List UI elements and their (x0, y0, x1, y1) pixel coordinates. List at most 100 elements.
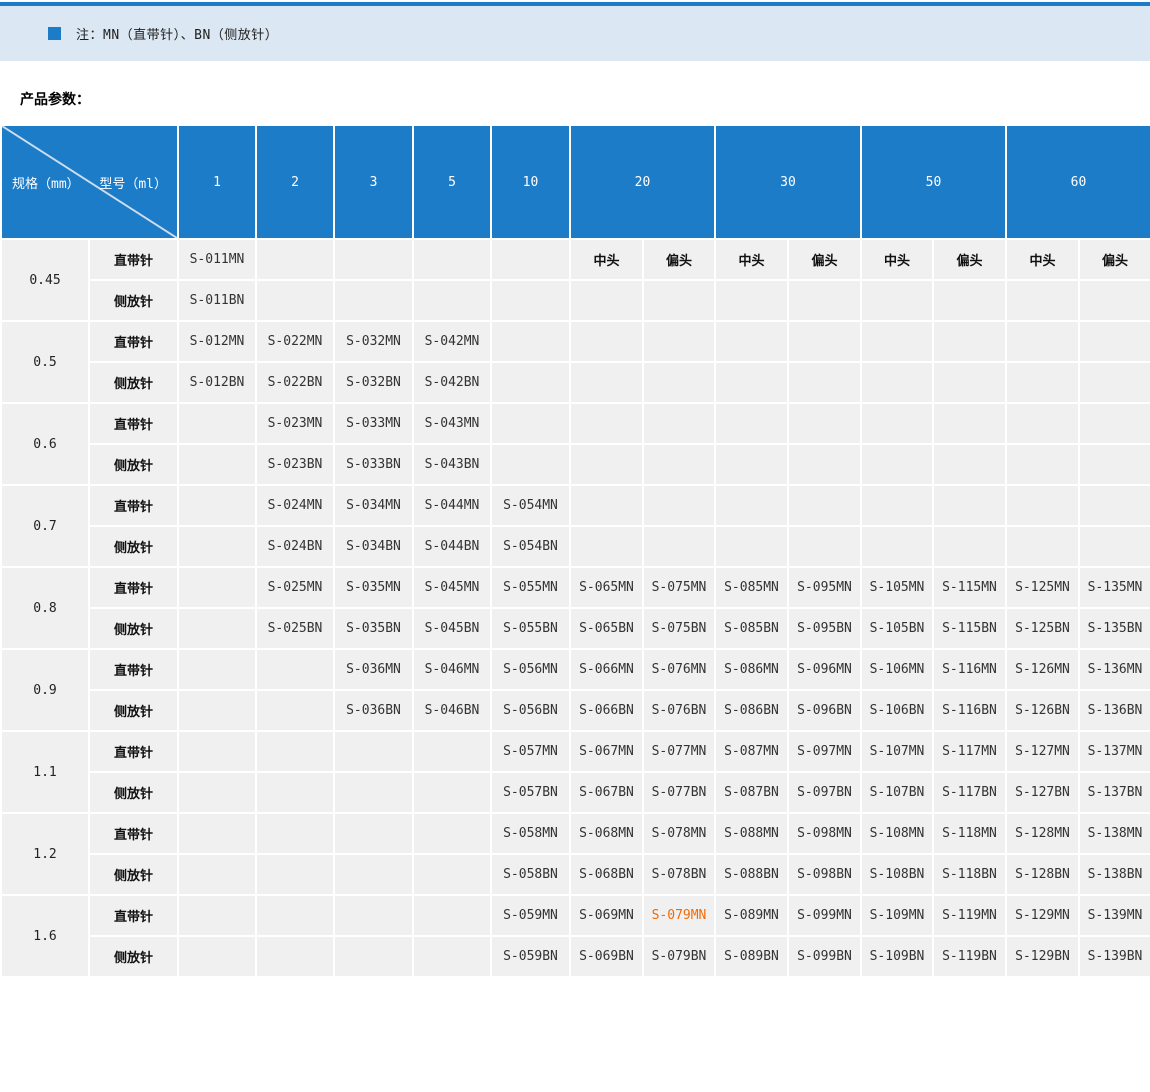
empty-cell (491, 321, 570, 362)
empty-cell (178, 772, 256, 813)
empty-cell (178, 567, 256, 608)
empty-cell (643, 280, 715, 321)
table-row: 侧放针S-024BNS-034BNS-044BNS-054BN (1, 526, 1150, 567)
spec-cell: 0.6 (1, 403, 89, 485)
empty-cell (334, 772, 413, 813)
model-cell: S-118BN (933, 854, 1006, 895)
type-cell-side-needle: 侧放针 (89, 690, 178, 731)
empty-cell (715, 321, 788, 362)
model-cell: S-139BN (1079, 936, 1150, 977)
model-cell: S-139MN (1079, 895, 1150, 936)
header-col-30: 30 (715, 125, 861, 239)
empty-cell (413, 895, 491, 936)
empty-cell (933, 280, 1006, 321)
model-cell: S-106MN (861, 649, 933, 690)
type-cell-straight-needle: 直带针 (89, 895, 178, 936)
model-cell: S-077MN (643, 731, 715, 772)
spec-cell: 1.2 (1, 813, 89, 895)
model-cell: S-135BN (1079, 608, 1150, 649)
empty-cell (788, 362, 861, 403)
model-cell: S-085BN (715, 608, 788, 649)
model-cell: S-042BN (413, 362, 491, 403)
model-cell: S-105MN (861, 567, 933, 608)
model-cell: S-099BN (788, 936, 861, 977)
model-cell: S-056BN (491, 690, 570, 731)
spec-cell: 0.8 (1, 567, 89, 649)
empty-cell (178, 854, 256, 895)
model-cell: S-129MN (1006, 895, 1079, 936)
table-row: 侧放针S-057BNS-067BNS-077BNS-087BNS-097BNS-… (1, 772, 1150, 813)
model-cell: S-057BN (491, 772, 570, 813)
model-cell: S-044BN (413, 526, 491, 567)
table-row: 侧放针S-059BNS-069BNS-079BNS-089BNS-099BNS-… (1, 936, 1150, 977)
empty-cell (491, 444, 570, 485)
spec-cell: 0.9 (1, 649, 89, 731)
empty-cell (933, 321, 1006, 362)
empty-cell (178, 444, 256, 485)
empty-cell (256, 854, 334, 895)
empty-cell (256, 772, 334, 813)
empty-cell (715, 280, 788, 321)
model-cell: S-025BN (256, 608, 334, 649)
type-cell-straight-needle: 直带针 (89, 485, 178, 526)
model-cell: S-108MN (861, 813, 933, 854)
section-title: 产品参数： (0, 61, 1150, 108)
model-cell: S-128BN (1006, 854, 1079, 895)
model-cell: S-095MN (788, 567, 861, 608)
model-cell: S-106BN (861, 690, 933, 731)
empty-cell (715, 444, 788, 485)
empty-cell (715, 362, 788, 403)
empty-cell (715, 403, 788, 444)
type-cell-side-needle: 侧放针 (89, 280, 178, 321)
model-cell: S-059MN (491, 895, 570, 936)
type-cell-side-needle: 侧放针 (89, 526, 178, 567)
model-cell: S-126BN (1006, 690, 1079, 731)
model-cell: S-127MN (1006, 731, 1079, 772)
table-row: 0.7直带针S-024MNS-034MNS-044MNS-054MN (1, 485, 1150, 526)
empty-cell (643, 485, 715, 526)
empty-cell (1006, 280, 1079, 321)
model-cell: S-088MN (715, 813, 788, 854)
empty-cell (643, 444, 715, 485)
empty-cell (933, 362, 1006, 403)
type-cell-straight-needle: 直带针 (89, 403, 178, 444)
model-cell: S-032BN (334, 362, 413, 403)
model-cell: S-085MN (715, 567, 788, 608)
table-row: 侧放针S-023BNS-033BNS-043BN (1, 444, 1150, 485)
empty-cell (788, 280, 861, 321)
empty-cell (861, 444, 933, 485)
table-header-row: 规格（mm） 型号（ml） 12351020305060 (1, 125, 1150, 239)
model-cell: S-036BN (334, 690, 413, 731)
subheader-cell: 偏头 (1079, 239, 1150, 280)
note-bullet-icon (48, 27, 61, 40)
corner-label-model: 型号（ml） (99, 173, 167, 192)
empty-cell (861, 403, 933, 444)
table-row: 侧放针S-025BNS-035BNS-045BNS-055BNS-065BNS-… (1, 608, 1150, 649)
empty-cell (334, 895, 413, 936)
table-row: 1.2直带针S-058MNS-068MNS-078MNS-088MNS-098M… (1, 813, 1150, 854)
empty-cell (491, 239, 570, 280)
empty-cell (334, 813, 413, 854)
model-cell: S-098BN (788, 854, 861, 895)
empty-cell (1079, 362, 1150, 403)
note-text: 注：MN（直带针）、BN（侧放针） (76, 24, 278, 43)
empty-cell (413, 280, 491, 321)
type-cell-side-needle: 侧放针 (89, 444, 178, 485)
model-cell: S-059BN (491, 936, 570, 977)
table-row: 侧放针S-036BNS-046BNS-056BNS-066BNS-076BNS-… (1, 690, 1150, 731)
empty-cell (1079, 444, 1150, 485)
empty-cell (178, 403, 256, 444)
corner-label-spec: 规格（mm） (12, 173, 80, 192)
model-cell: S-066BN (570, 690, 643, 731)
model-cell: S-024BN (256, 526, 334, 567)
model-cell: S-125BN (1006, 608, 1079, 649)
empty-cell (256, 239, 334, 280)
model-cell: S-011BN (178, 280, 256, 321)
type-cell-side-needle: 侧放针 (89, 608, 178, 649)
corner-header-cell: 规格（mm） 型号（ml） (1, 125, 178, 239)
model-cell: S-054MN (491, 485, 570, 526)
subheader-cell: 中头 (570, 239, 643, 280)
model-cell: S-066MN (570, 649, 643, 690)
subheader-cell: 偏头 (933, 239, 1006, 280)
model-cell: S-043MN (413, 403, 491, 444)
